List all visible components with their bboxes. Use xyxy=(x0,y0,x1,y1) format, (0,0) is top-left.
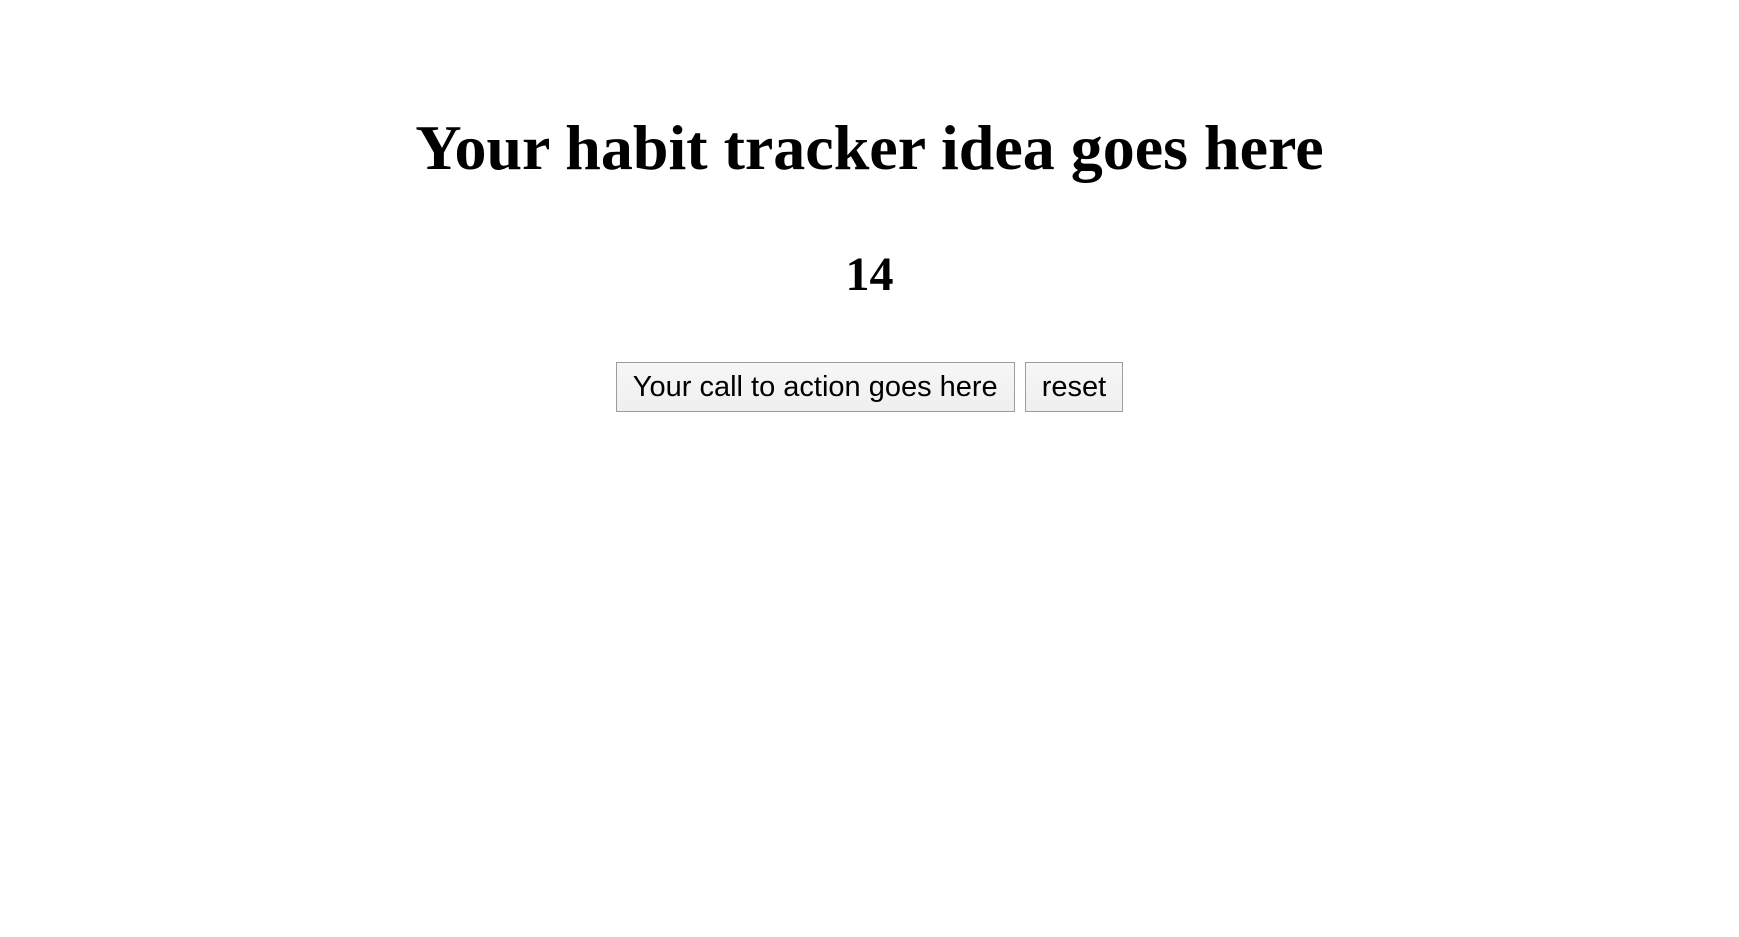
reset-button[interactable]: reset xyxy=(1025,362,1123,412)
cta-button[interactable]: Your call to action goes here xyxy=(616,362,1015,412)
habit-counter: 14 xyxy=(0,247,1739,302)
page-title: Your habit tracker idea goes here xyxy=(0,110,1739,187)
main-container: Your habit tracker idea goes here 14 You… xyxy=(0,0,1739,412)
button-row: Your call to action goes here reset xyxy=(616,362,1123,412)
